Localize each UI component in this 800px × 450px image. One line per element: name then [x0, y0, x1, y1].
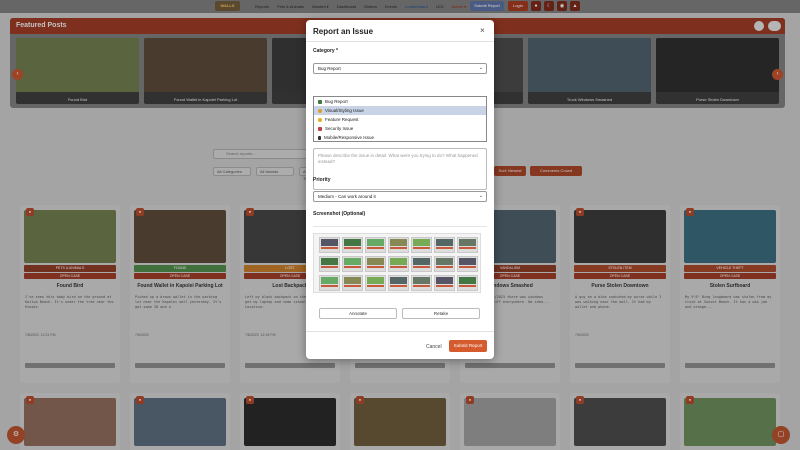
- screenshot-thumbnail: [411, 256, 432, 272]
- category-dropdown: Bug Report Visual/Styling Issue Feature …: [313, 96, 487, 142]
- palette-icon: [318, 108, 322, 113]
- chevron-down-icon: ⌄: [478, 193, 483, 199]
- screenshot-thumbnail: [388, 275, 409, 291]
- report-issue-modal: Report an Issue × Category * Bug Report …: [306, 20, 494, 359]
- priority-select-value: Medium - Can work around it: [318, 194, 376, 199]
- screenshot-thumbnail: [457, 275, 478, 291]
- description-textarea[interactable]: Please describe the issue in detail. Wha…: [313, 148, 487, 190]
- retake-button[interactable]: Retake: [402, 308, 480, 319]
- screenshot-thumbnail: [365, 237, 386, 253]
- category-label: Category *: [313, 48, 339, 54]
- screenshot-thumbnail: [342, 237, 363, 253]
- bug-icon: [318, 99, 322, 104]
- option-bug-report[interactable]: Bug Report: [314, 97, 486, 106]
- divider: [306, 41, 494, 42]
- screenshot-thumbnail: [388, 256, 409, 272]
- cancel-button[interactable]: Cancel: [426, 344, 442, 350]
- screenshot-thumbnail: [319, 256, 340, 272]
- priority-label: Priority: [313, 177, 331, 183]
- option-mobile-issue[interactable]: Mobile/Responsive Issue: [314, 133, 486, 142]
- screenshot-thumbnail: [342, 256, 363, 272]
- lightbulb-icon: [318, 117, 322, 122]
- option-feature-request[interactable]: Feature Request: [314, 115, 486, 124]
- screenshot-thumbnail: [342, 275, 363, 291]
- lock-icon: [318, 126, 322, 131]
- annotate-button[interactable]: Annotate: [319, 308, 397, 319]
- screenshot-preview: [313, 233, 481, 293]
- screenshot-thumbnail: [388, 237, 409, 253]
- submit-report-button[interactable]: Submit Report: [449, 340, 487, 352]
- priority-select[interactable]: Medium - Can work around it ⌄: [313, 191, 487, 202]
- screenshot-thumbnail: [434, 275, 455, 291]
- screenshot-thumbnail: [411, 237, 432, 253]
- phone-icon: [318, 135, 321, 140]
- screenshot-thumbnail: [319, 275, 340, 291]
- category-select-value: Bug Report: [318, 66, 341, 71]
- option-visual-issue[interactable]: Visual/Styling Issue: [314, 106, 486, 115]
- screenshot-thumbnail: [319, 237, 340, 253]
- screenshot-thumbnail: [434, 256, 455, 272]
- chevron-down-icon: ⌄: [478, 65, 483, 71]
- screenshot-label: Screenshot (Optional): [313, 211, 366, 217]
- screenshot-thumbnail: [411, 275, 432, 291]
- screenshot-thumbnail: [365, 275, 386, 291]
- modal-title: Report an Issue: [313, 27, 374, 36]
- option-security-issue[interactable]: Security Issue: [314, 124, 486, 133]
- screenshot-thumbnail: [434, 237, 455, 253]
- screenshot-thumbnail: [457, 256, 478, 272]
- close-icon[interactable]: ×: [480, 26, 485, 35]
- divider: [306, 331, 494, 332]
- screenshot-thumbnail: [457, 237, 478, 253]
- screenshot-thumbnail: [365, 256, 386, 272]
- category-select[interactable]: Bug Report ⌄: [313, 63, 487, 74]
